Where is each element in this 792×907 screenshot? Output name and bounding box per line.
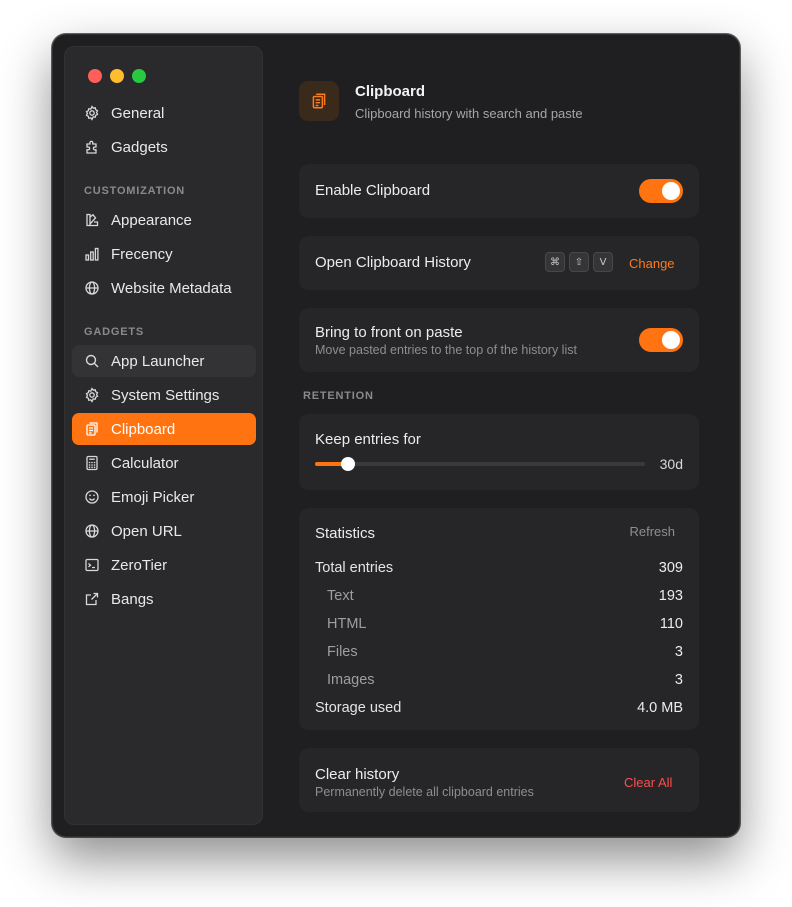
bring-front-description: Move pasted entries to the top of the hi… [315,343,577,357]
close-window-button[interactable] [88,69,102,83]
external-link-icon [84,591,100,607]
sidebar-item-label: Open URL [111,522,182,540]
statistics-card: Statistics Refresh Total entries 309 Tex… [299,508,699,730]
sidebar-item-appearance[interactable]: Appearance [72,204,256,236]
bar-chart-icon [84,246,100,262]
retention-section-label: RETENTION [303,390,374,402]
sidebar-item-label: Gadgets [111,138,168,156]
sidebar-item-bangs[interactable]: Bangs [72,583,256,615]
clipboard-icon [84,421,100,437]
retention-slider-thumb[interactable] [341,457,355,471]
sidebar-item-label: Emoji Picker [111,488,195,506]
refresh-button[interactable]: Refresh [629,524,675,539]
sidebar-item-gadgets[interactable]: Gadgets [72,131,256,163]
puzzle-icon [84,139,100,155]
search-icon [84,353,100,369]
settings-window: General Gadgets CUSTOMIZATION Appearance… [52,34,740,837]
sidebar-item-general[interactable]: General [72,97,256,129]
smiley-icon [84,489,100,505]
minimize-window-button[interactable] [110,69,124,83]
open-history-row: Open Clipboard History ⌘ ⇧ V Change [299,236,699,290]
stat-row-storage: Storage used 4.0 MB [315,700,683,716]
appearance-icon [84,212,100,228]
sidebar-item-label: System Settings [111,386,220,404]
stat-row-html: HTML 110 [315,616,683,632]
stat-value: 3 [674,644,683,660]
stat-row-files: Files 3 [315,644,683,660]
clear-history-label: Clear history [315,766,400,783]
stat-label: HTML [327,616,367,632]
shortcut-keys: ⌘ ⇧ V [545,252,613,272]
globe-icon [84,280,100,296]
sidebar-item-label: Calculator [111,454,179,472]
sidebar-item-website-metadata[interactable]: Website Metadata [72,272,256,304]
clear-history-row: Clear history Permanently delete all cli… [299,748,699,812]
v-key: V [593,252,613,272]
stat-value: 110 [659,616,683,632]
clipboard-icon [299,81,339,121]
clear-history-description: Permanently delete all clipboard entries [315,785,534,799]
sidebar: General Gadgets CUSTOMIZATION Appearance… [64,46,263,825]
stat-label: Total entries [315,560,394,576]
statistics-title: Statistics [315,525,376,542]
stat-value: 3 [674,672,683,688]
bring-front-row: Bring to front on paste Move pasted entr… [299,308,699,372]
sidebar-item-app-launcher[interactable]: App Launcher [72,345,256,377]
stat-row-total: Total entries 309 [315,560,683,576]
sidebar-item-frecency[interactable]: Frecency [72,238,256,270]
bring-front-label: Bring to front on paste [315,324,463,341]
sidebar-item-label: General [111,104,165,122]
enable-clipboard-row: Enable Clipboard [299,164,699,218]
stat-value: 309 [658,560,683,576]
sidebar-item-label: ZeroTier [111,556,168,574]
stat-row-images: Images 3 [315,672,683,688]
clear-all-button[interactable]: Clear All [624,775,672,790]
sidebar-item-system-settings[interactable]: System Settings [72,379,256,411]
command-key: ⌘ [545,252,565,272]
stat-row-text: Text 193 [315,588,683,604]
bring-front-toggle[interactable] [639,328,683,352]
gear-icon [84,387,100,403]
sidebar-item-label: Website Metadata [111,279,232,297]
change-shortcut-button[interactable]: Change [629,256,675,271]
enable-clipboard-label: Enable Clipboard [315,182,431,199]
retention-card: Keep entries for 30d [299,414,699,490]
stat-label: Files [327,644,358,660]
retention-value: 30d [659,456,683,472]
page-title: Clipboard [355,83,425,100]
sidebar-item-label: App Launcher [111,352,205,370]
stat-label: Images [327,672,375,688]
section-label-customization: CUSTOMIZATION [84,185,186,197]
stat-label: Text [327,588,354,604]
stat-label: Storage used [315,700,402,716]
sidebar-item-emoji-picker[interactable]: Emoji Picker [72,481,256,513]
sidebar-item-label: Bangs [111,590,154,608]
sidebar-item-zerotier[interactable]: ZeroTier [72,549,256,581]
section-label-gadgets: GADGETS [84,326,144,338]
sidebar-item-label: Appearance [111,211,192,229]
globe-icon [84,523,100,539]
retention-slider[interactable] [315,457,645,471]
stat-value: 4.0 MB [637,700,683,716]
window-controls [88,69,146,83]
gear-icon [84,105,100,121]
sidebar-item-clipboard[interactable]: Clipboard [72,413,256,445]
terminal-icon [84,557,100,573]
main-panel: Clipboard Clipboard history with search … [299,34,740,837]
shift-key: ⇧ [569,252,589,272]
sidebar-item-open-url[interactable]: Open URL [72,515,256,547]
zoom-window-button[interactable] [132,69,146,83]
calculator-icon [84,455,100,471]
stat-value: 193 [658,588,683,604]
open-history-label: Open Clipboard History [315,254,471,271]
sidebar-item-label: Frecency [111,245,173,263]
page-subtitle: Clipboard history with search and paste [355,106,583,121]
sidebar-item-label: Clipboard [111,420,176,438]
keep-entries-label: Keep entries for [315,431,421,448]
sidebar-item-calculator[interactable]: Calculator [72,447,256,479]
enable-clipboard-toggle[interactable] [639,179,683,203]
